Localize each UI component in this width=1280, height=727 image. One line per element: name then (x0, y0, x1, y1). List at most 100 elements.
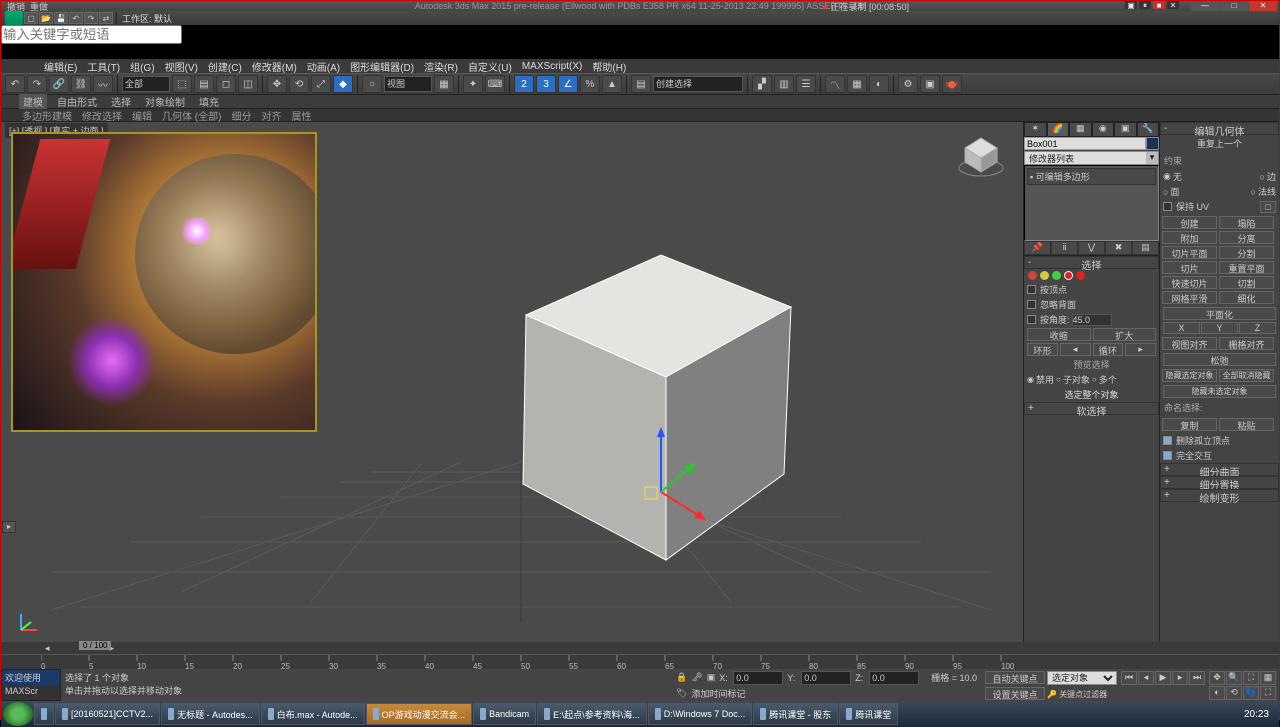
goto-start-icon[interactable]: ⏮ (1121, 671, 1137, 685)
rollout-editgeo-header[interactable]: -编辑几何体 (1160, 122, 1279, 135)
panel-edit[interactable]: 编辑 (129, 108, 155, 123)
coord-z-input[interactable] (869, 671, 919, 685)
menu-grapheditor[interactable]: 图形编辑器(D) (347, 59, 417, 74)
refcoord-button[interactable]: ○ (362, 75, 382, 93)
zoom-extents-icon[interactable]: ⛶ (1243, 671, 1259, 685)
loop-button[interactable]: 循环 (1093, 343, 1124, 356)
configure-icon[interactable]: ▤ (1132, 241, 1159, 255)
planarize-z-button[interactable]: Z (1239, 322, 1276, 334)
named-sel-dropdown[interactable]: 创建选择 (653, 76, 743, 92)
panel-modifysel[interactable]: 修改选择 (79, 108, 125, 123)
stack-item-editpoly[interactable]: ▪ 可编辑多边形 (1027, 168, 1156, 185)
polygon-mode-icon[interactable] (1064, 271, 1073, 280)
redo-button[interactable]: ↷ (27, 75, 47, 93)
maximize-button[interactable]: □ (1220, 1, 1248, 11)
fov-icon[interactable]: ◐ (1209, 686, 1225, 700)
make-unique-icon[interactable]: ⋁ (1078, 241, 1105, 255)
window-crossing-button[interactable]: ◫ (238, 75, 258, 93)
tab-utilities-icon[interactable]: 🔧 (1137, 122, 1160, 137)
planarize-x-button[interactable]: X (1163, 322, 1200, 334)
preserve-uv-checkbox[interactable] (1163, 202, 1172, 211)
rollout-selection-header[interactable]: -选择 (1024, 256, 1159, 269)
menu-tools[interactable]: 工具(T) (84, 59, 123, 74)
taskbar-item[interactable]: 白布.max - Autode... (261, 703, 365, 725)
select-button[interactable]: ⬚ (172, 75, 192, 93)
refcoord-dropdown[interactable]: 视图 (384, 76, 432, 92)
modifier-stack[interactable]: ▪ 可编辑多边形 (1024, 165, 1159, 241)
edge-mode-icon[interactable] (1040, 271, 1049, 280)
modifier-list-dropdown[interactable]: 修改器列表▾ (1024, 151, 1159, 165)
cube-object[interactable] (523, 255, 791, 560)
menu-rendering[interactable]: 渲染(R) (421, 59, 461, 74)
rollout-paint-header[interactable]: +绘制变形 (1160, 489, 1279, 502)
redo-icon[interactable]: ↷ (84, 12, 98, 24)
menu-maxscript[interactable]: MAXScript(X) (519, 61, 586, 72)
panel-props[interactable]: 属性 (288, 108, 314, 123)
maximize-vp-icon[interactable]: ⛶ (1260, 686, 1276, 700)
pivot-button[interactable]: ▦ (434, 75, 454, 93)
snap-3d-button[interactable]: 3 (536, 75, 556, 93)
recorder-controls[interactable]: ▣⏸■✕ (1125, 1, 1179, 9)
menu-undo-top[interactable]: 撤销 (7, 0, 25, 13)
tab-modify-icon[interactable]: 🌈 (1047, 122, 1070, 137)
render-button[interactable]: 🫖 (942, 75, 962, 93)
taskbar-item[interactable]: E:\起点\参考资料\海... (537, 703, 647, 725)
full-interact-checkbox[interactable] (1163, 451, 1172, 460)
resetplane-button[interactable]: 重置平面 (1219, 261, 1274, 274)
coord-y-input[interactable] (801, 671, 851, 685)
keyfilter-button[interactable]: 🔑 关键点过滤器 (1047, 687, 1107, 700)
sliceplane-button[interactable]: 切片平面 (1162, 246, 1217, 259)
panel-subdiv[interactable]: 细分 (228, 108, 254, 123)
move-button[interactable]: ✥ (267, 75, 287, 93)
start-button[interactable] (3, 702, 33, 726)
menu-customize[interactable]: 自定义(U) (465, 59, 515, 74)
mirror-button[interactable]: ▞ (752, 75, 772, 93)
cut-button[interactable]: 切割 (1219, 276, 1274, 289)
viewalign-button[interactable]: 视图对齐 (1162, 337, 1217, 350)
panel-polymodel[interactable]: 多边形建模 (19, 108, 75, 123)
undo-icon[interactable]: ↶ (69, 12, 83, 24)
delete-iso-checkbox[interactable] (1163, 436, 1172, 445)
scale-button[interactable]: ⤢ (311, 75, 331, 93)
rollout-subdiv-header[interactable]: +细分曲面 (1160, 463, 1279, 476)
minimize-button[interactable]: — (1191, 1, 1219, 11)
open-icon[interactable]: 📂 (39, 12, 53, 24)
collapse-button[interactable]: 塌陷 (1219, 216, 1274, 229)
rollout-softsel-header[interactable]: +软选择 (1024, 402, 1159, 415)
named-sel-button[interactable]: ▤ (631, 75, 651, 93)
taskbar-pin1[interactable] (34, 703, 54, 725)
select-region-button[interactable]: ◻ (216, 75, 236, 93)
show-end-icon[interactable]: ⅱ (1051, 241, 1078, 255)
search-input[interactable] (1, 25, 182, 44)
panel-align[interactable]: 对齐 (258, 108, 284, 123)
undo-button[interactable]: ↶ (5, 75, 25, 93)
menu-edit[interactable]: 编辑(E) (41, 59, 80, 74)
panel-geometry[interactable]: 几何体 (全部) (159, 108, 224, 123)
prev-frame-icon[interactable]: ◂ (1138, 671, 1154, 685)
grow-button[interactable]: 扩大 (1093, 328, 1157, 341)
taskbar-item[interactable]: 腾讯课堂 (839, 703, 898, 725)
keymode-dropdown[interactable]: 选定对象 (1047, 671, 1117, 685)
object-color-swatch[interactable] (1146, 137, 1159, 150)
menu-create[interactable]: 创建(C) (205, 59, 245, 74)
unhideall-button[interactable]: 全部取消隐藏 (1219, 369, 1274, 382)
link-button[interactable]: 🔗 (49, 75, 69, 93)
taskbar-item[interactable]: D:\Windows 7 Doc... (648, 703, 753, 725)
ignore-back-checkbox[interactable] (1027, 300, 1036, 309)
menu-help[interactable]: 帮助(H) (589, 59, 629, 74)
tessellate-button[interactable]: 细化 (1219, 291, 1274, 304)
schematic-button[interactable]: ▦ (847, 75, 867, 93)
add-timetag-button[interactable]: 添加时间标记 (691, 687, 745, 700)
maxscript-mini-label[interactable]: MAXScr (2, 685, 60, 697)
taskbar-clock[interactable]: 20:23 (1234, 709, 1279, 720)
autokey-button[interactable]: 自动关键点 (985, 671, 1045, 684)
shrink-button[interactable]: 收缩 (1027, 328, 1091, 341)
keymode-button[interactable]: ⌨ (485, 75, 505, 93)
by-vertex-checkbox[interactable] (1027, 285, 1036, 294)
timetag-icon[interactable]: 🏷 (676, 688, 687, 699)
trackbar-expand-icon[interactable]: ▸ (2, 521, 16, 533)
render-setup-button[interactable]: ⚙ (898, 75, 918, 93)
close-button[interactable]: ✕ (1249, 1, 1277, 11)
next-frame-icon[interactable]: ▸ (1172, 671, 1188, 685)
hideunsel-button[interactable]: 隐藏未选定对象 (1163, 385, 1276, 398)
